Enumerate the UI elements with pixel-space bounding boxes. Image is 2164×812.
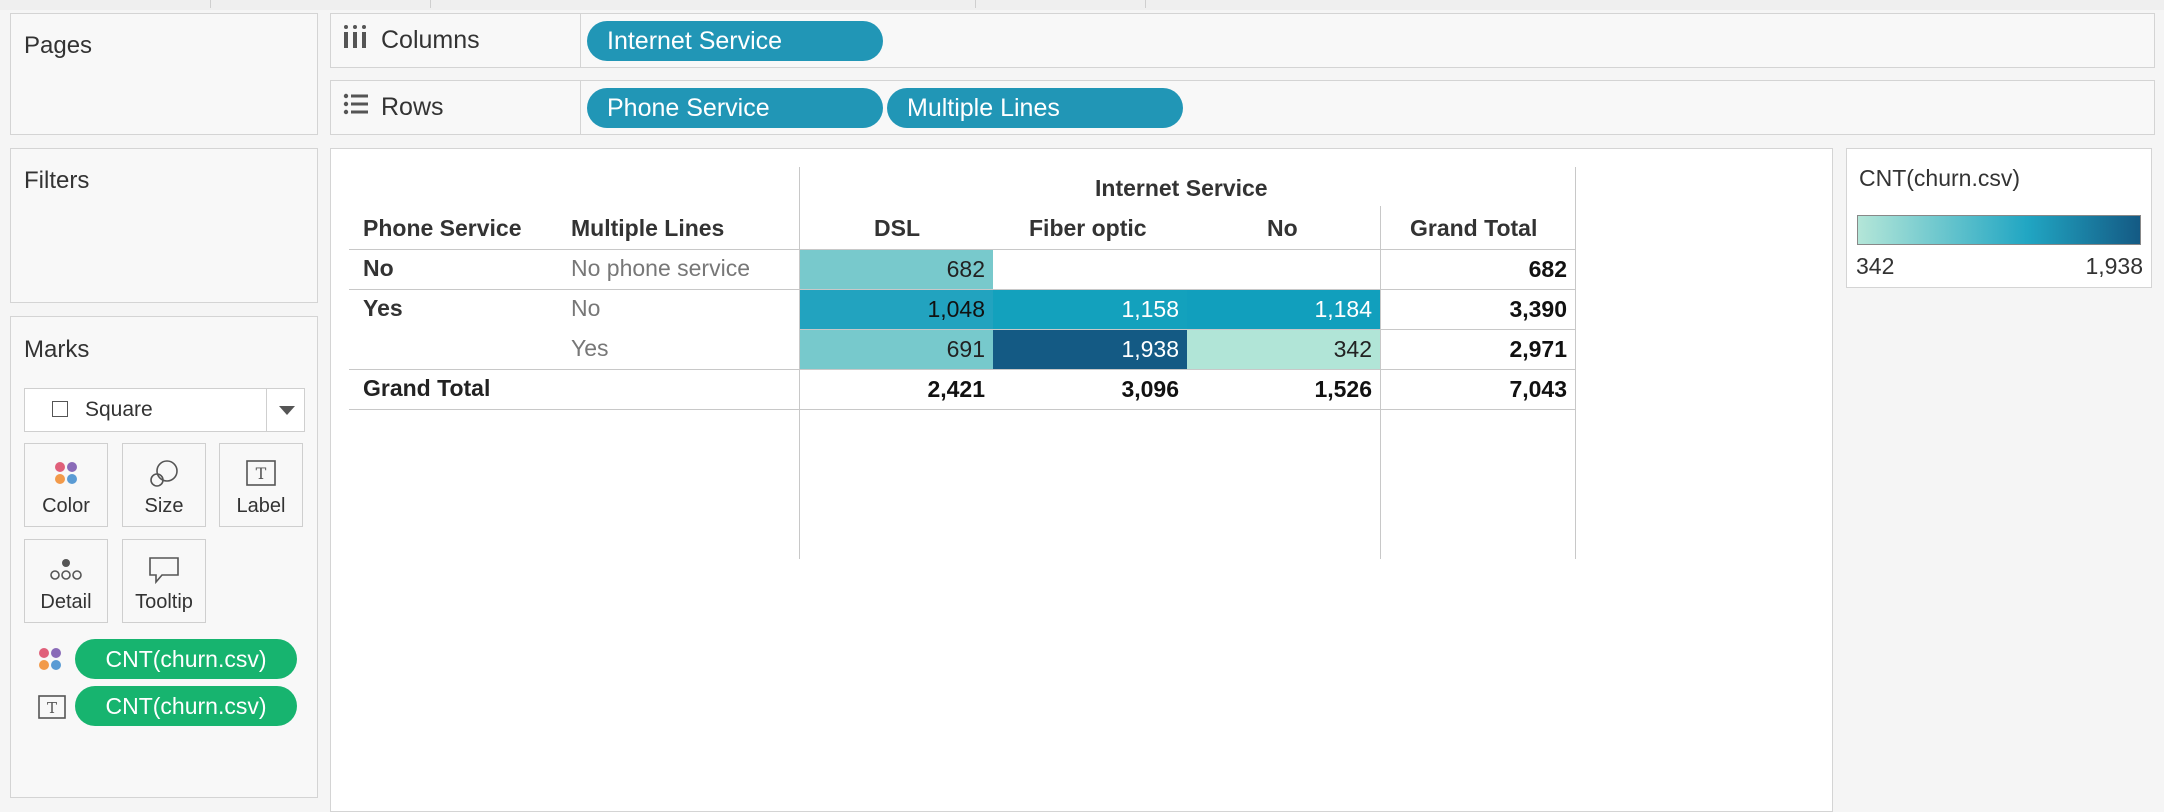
- columns-shelf[interactable]: Columns Internet Service: [330, 13, 2155, 68]
- columns-pill-internet-service[interactable]: Internet Service: [587, 21, 883, 61]
- columns-icon: [343, 24, 367, 57]
- row-header-multiple-lines: Multiple Lines: [571, 215, 725, 241]
- size-button-label: Size: [144, 495, 184, 517]
- rows-label: Rows: [381, 93, 444, 121]
- rows-pill-phone-service[interactable]: Phone Service: [587, 88, 883, 128]
- cell-1-fiber[interactable]: 1,158: [993, 290, 1187, 329]
- viz-canvas: Internet Service Phone Service Multiple …: [330, 148, 1833, 812]
- cell-2-dsl[interactable]: 691: [800, 330, 993, 369]
- marks-title: Marks: [24, 336, 90, 363]
- cell-2-total: 2,971: [1509, 336, 1567, 362]
- cell-2-fiber[interactable]: 1,938: [993, 330, 1187, 369]
- size-button[interactable]: Size: [122, 443, 206, 527]
- legend-min: 342: [1856, 253, 1895, 279]
- row-lines-no: No: [571, 295, 601, 321]
- color-button-label: Color: [42, 495, 90, 517]
- size-icon: [149, 460, 179, 493]
- row-phone-no: No: [363, 255, 394, 281]
- label-field-pill[interactable]: CNT(churn.csv): [75, 686, 297, 726]
- grand-total-fiber: 3,096: [1121, 376, 1179, 402]
- color-legend[interactable]: CNT(churn.csv) 342 1,938: [1846, 148, 2152, 288]
- top-tab-strip: [0, 0, 2164, 10]
- legend-gradient: [1857, 215, 2141, 245]
- filters-title: Filters: [24, 167, 90, 194]
- color-button[interactable]: Color: [24, 443, 108, 527]
- svg-text:T: T: [47, 699, 57, 717]
- label-field-icon: T: [38, 695, 66, 724]
- rows-icon: [343, 91, 369, 122]
- row-lines-no-phone-service: No phone service: [571, 255, 750, 281]
- row-phone-yes: Yes: [363, 295, 403, 321]
- chevron-down-icon[interactable]: [279, 406, 295, 415]
- rows-shelf[interactable]: Rows Phone Service Multiple Lines: [330, 80, 2155, 135]
- cell-0-dsl[interactable]: 682: [800, 250, 993, 289]
- legend-max: 1,938: [2085, 253, 2143, 279]
- color-field-icon: [37, 646, 63, 677]
- color-field-pill[interactable]: CNT(churn.csv): [75, 639, 297, 679]
- label-button-label: Label: [236, 495, 286, 517]
- col-group-header: Internet Service: [1095, 175, 1268, 201]
- marks-card: Marks Square Color Size T Label Detail T…: [10, 316, 318, 798]
- col-header-grand-total: Grand Total: [1410, 215, 1538, 241]
- grand-total-no: 1,526: [1314, 376, 1372, 402]
- col-header-dsl: DSL: [874, 215, 920, 241]
- svg-text:T: T: [256, 464, 267, 483]
- tooltip-button[interactable]: Tooltip: [122, 539, 206, 623]
- legend-title: CNT(churn.csv): [1859, 165, 2021, 191]
- cell-1-total: 3,390: [1509, 296, 1567, 322]
- col-header-no: No: [1267, 215, 1298, 241]
- detail-icon: [49, 556, 83, 587]
- cell-0-total: 682: [1528, 256, 1567, 282]
- grand-total-all: 7,043: [1509, 376, 1567, 402]
- row-lines-yes: Yes: [571, 335, 609, 361]
- grand-total-dsl: 2,421: [927, 376, 985, 402]
- row-header-phone-service: Phone Service: [363, 215, 522, 241]
- label-button[interactable]: T Label: [219, 443, 303, 527]
- columns-label: Columns: [381, 26, 480, 54]
- pages-title: Pages: [24, 32, 93, 59]
- tooltip-icon: [148, 556, 180, 589]
- cell-1-dsl[interactable]: 1,048: [800, 290, 993, 329]
- color-icon: [53, 460, 79, 491]
- tooltip-button-label: Tooltip: [135, 591, 193, 613]
- pages-shelf[interactable]: Pages: [10, 13, 318, 135]
- text-label-icon: T: [246, 460, 276, 491]
- grand-total-label: Grand Total: [363, 375, 491, 401]
- mark-type-label: Square: [85, 398, 153, 421]
- detail-button-label: Detail: [40, 591, 92, 613]
- detail-button[interactable]: Detail: [24, 539, 108, 623]
- square-icon: [52, 401, 68, 417]
- mark-type-dropdown[interactable]: Square: [24, 388, 305, 432]
- col-header-fiber-optic: Fiber optic: [1029, 215, 1147, 241]
- cell-2-no[interactable]: 342: [1187, 330, 1380, 369]
- filters-shelf[interactable]: Filters: [10, 148, 318, 303]
- rows-pill-multiple-lines[interactable]: Multiple Lines: [887, 88, 1183, 128]
- cell-1-no[interactable]: 1,184: [1187, 290, 1380, 329]
